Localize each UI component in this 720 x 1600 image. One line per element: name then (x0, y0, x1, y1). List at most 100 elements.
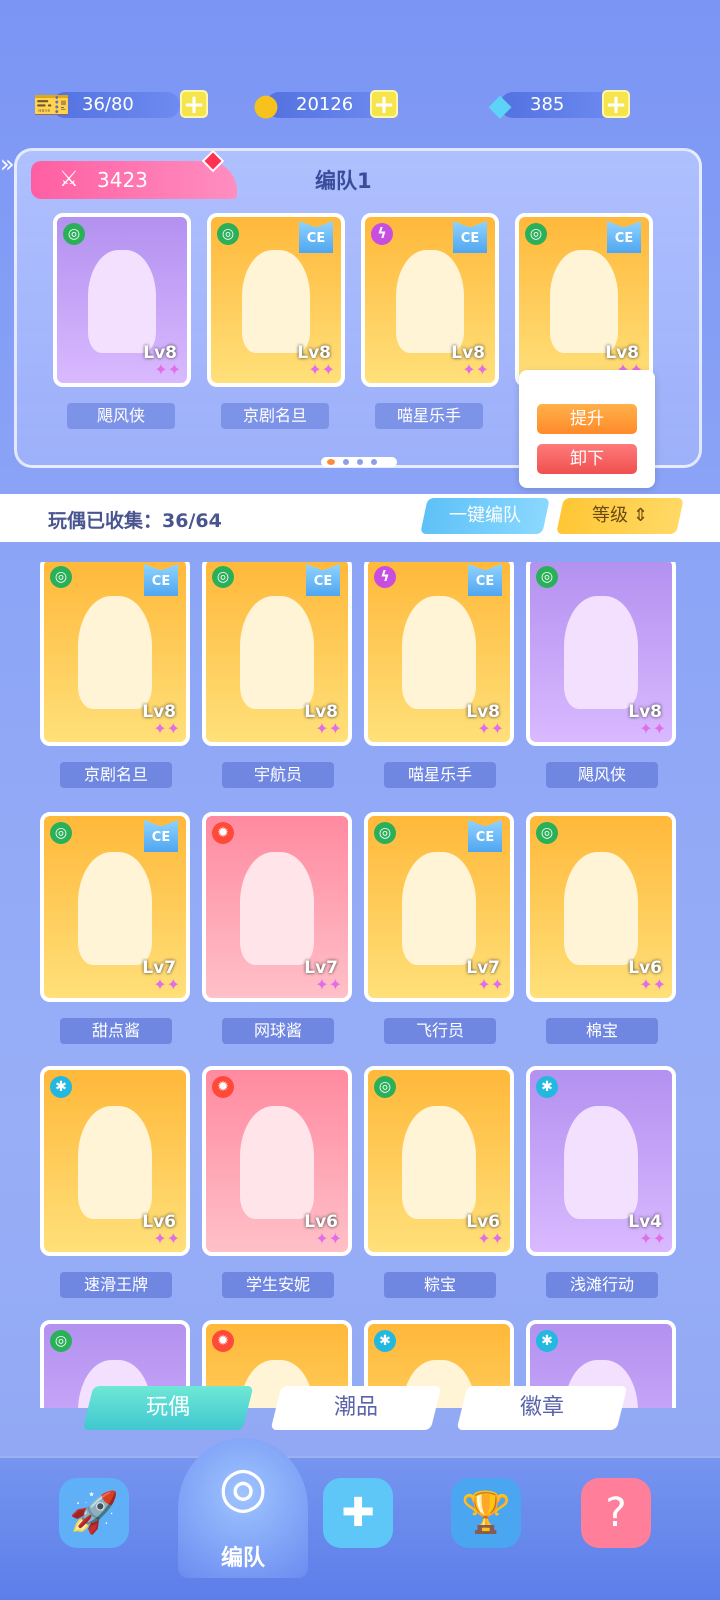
ce-crown-icon: CE (468, 564, 502, 596)
ce-crown-icon: CE (607, 221, 641, 253)
doll-card[interactable]: ✱ Lv6 ✦✦ 速滑王牌 (40, 1066, 190, 1298)
sparkle-icon: ✦✦ (153, 719, 180, 738)
ce-crown-icon: CE (144, 564, 178, 596)
nav-mystery[interactable]: ? (576, 1478, 656, 1568)
sparkle-icon: ✦✦ (639, 1229, 666, 1248)
ce-crown-icon: CE (468, 820, 502, 852)
character-portrait (88, 250, 156, 354)
upgrade-button[interactable]: 提升 (537, 404, 637, 434)
fire-element-icon: ✹ (212, 1330, 234, 1352)
doll-card[interactable]: ◎ Lv6 ✦✦ 棉宝 (526, 812, 676, 1044)
team-title: 编队1 (315, 169, 372, 193)
card-frame: ◎CELv8✦✦ (202, 562, 352, 746)
nav-puzzle[interactable]: ✚ (318, 1478, 398, 1568)
page-dot[interactable] (371, 459, 377, 465)
spiral-element-icon: ◎ (374, 1076, 396, 1098)
page-dot-active[interactable] (327, 459, 335, 465)
doll-card[interactable]: ✹ Lv7 ✦✦ 网球酱 (202, 812, 352, 1044)
doll-card[interactable]: ◎ CE Lv7 ✦✦ 甜点酱 (40, 812, 190, 1044)
spiral-element-icon: ◎ (50, 1330, 72, 1352)
fire-element-icon: ✹ (212, 1076, 234, 1098)
trophy-icon: 🏆 (451, 1478, 521, 1548)
spiral-element-icon: ◎ (212, 566, 234, 588)
bolt-element-icon: ϟ (374, 566, 396, 588)
tab-dolls[interactable]: 玩偶 (82, 1386, 254, 1430)
crossed-swords-icon: ⚔ (59, 167, 79, 192)
doll-card[interactable]: ◎ CE Lv8 ✦✦ 京剧名旦 (40, 562, 190, 788)
sparkle-icon: ✦✦ (308, 360, 335, 379)
character-portrait (564, 852, 638, 966)
ticket-icon: 🎫 (33, 87, 71, 123)
sort-arrows-icon: ⇕ (633, 505, 649, 526)
nav-rocket[interactable]: 🚀 (54, 1478, 134, 1568)
card-frame: ϟ CE Lv8 ✦✦ (364, 562, 514, 746)
character-name: 京剧名旦 (221, 403, 329, 429)
page-dot[interactable] (343, 459, 349, 465)
category-tabs: 玩偶 潮品 徽章 (0, 1386, 720, 1436)
nav-trophy[interactable]: 🏆 (446, 1478, 526, 1568)
mystery-machine-icon: ? (581, 1478, 651, 1548)
team-member-card[interactable]: ◎CELv8✦✦ (515, 213, 653, 387)
card-frame: ϟ CE Lv8 ✦✦ (361, 213, 499, 387)
team-member-card[interactable]: ◎ Lv8 ✦✦ 飓风侠 (53, 213, 191, 429)
snow-element-icon: ✱ (374, 1330, 396, 1352)
character-name: 粽宝 (384, 1272, 496, 1298)
card-frame: ◎ CE Lv7 ✦✦ (364, 812, 514, 1002)
add-coin-button[interactable]: + (370, 90, 398, 119)
doll-card[interactable]: ✹ Lv6 ✦✦ 学生安妮 (202, 1066, 352, 1298)
doll-card[interactable]: ◎ CE Lv8 ✦✦ 宇航员 (202, 562, 352, 788)
remove-button[interactable]: 卸下 (537, 444, 637, 474)
sparkle-icon: ✦✦ (462, 360, 489, 379)
nav-team-label: 编队 (220, 1546, 265, 1571)
one-click-team-button[interactable]: 一键编队 (420, 498, 550, 534)
character-name: 喵星乐手 (375, 403, 483, 429)
spiral-element-icon: ◎ (50, 822, 72, 844)
character-portrait (550, 250, 618, 354)
character-portrait (564, 596, 638, 710)
member-action-popup: 提升 卸下 (519, 370, 655, 488)
page-dot[interactable] (357, 459, 363, 465)
character-name: 学生安妮 (222, 1272, 334, 1298)
add-gem-button[interactable]: + (602, 90, 630, 119)
character-portrait (564, 1106, 638, 1220)
character-portrait (78, 1106, 152, 1220)
sparkle-icon: ✦✦ (153, 1229, 180, 1248)
sparkle-icon: ✦✦ (477, 975, 504, 994)
rocket-icon: 🚀 (59, 1478, 129, 1548)
sparkle-icon: ✦✦ (315, 719, 342, 738)
tab-trend-items[interactable]: 潮品 (270, 1386, 442, 1430)
spiral-element-icon: ◎ (536, 566, 558, 588)
whistle-icon: ◎ (218, 1455, 268, 1520)
team-power-value: 3423 (97, 168, 148, 192)
add-ticket-button[interactable]: + (180, 90, 208, 119)
card-frame: ◎ Lv8 ✦✦ (53, 213, 191, 387)
collection-label: 玩偶已收集： (48, 510, 163, 532)
card-frame: ◎CELv8✦✦ (515, 213, 653, 387)
character-portrait (78, 596, 152, 710)
doll-card[interactable]: ✱ Lv4 ✦✦ 浅滩行动 (526, 1066, 676, 1298)
character-name: 宇航员 (222, 762, 334, 788)
doll-card[interactable]: ◎ CE Lv7 ✦✦ 飞行员 (364, 812, 514, 1044)
snow-element-icon: ✱ (536, 1076, 558, 1098)
sort-by-level-button[interactable]: 等级 ⇕ (556, 498, 684, 534)
character-name: 飞行员 (384, 1018, 496, 1044)
team-member-card[interactable]: ◎ CE Lv8 ✦✦ 京剧名旦 (207, 213, 345, 429)
spiral-element-icon: ◎ (50, 566, 72, 588)
snow-element-icon: ✱ (536, 1330, 558, 1352)
team-member-card[interactable]: ϟ CE Lv8 ✦✦ 喵星乐手 (361, 213, 499, 429)
doll-card[interactable]: ◎ Lv6 ✦✦ 粽宝 (364, 1066, 514, 1298)
sparkle-icon: ✦✦ (477, 719, 504, 738)
sparkle-icon: ✦✦ (639, 719, 666, 738)
card-frame: ✱ Lv4 ✦✦ (526, 1066, 676, 1256)
character-portrait (240, 596, 314, 710)
collection-bar: 玩偶已收集：36/64 一键编队 等级 ⇕ (0, 494, 720, 542)
character-portrait (240, 1106, 314, 1220)
tab-badges[interactable]: 徽章 (456, 1386, 628, 1430)
ce-crown-icon: CE (453, 221, 487, 253)
card-frame: ◎ Lv8 ✦✦ (526, 562, 676, 746)
doll-card[interactable]: ϟ CE Lv8 ✦✦ 喵星乐手 (364, 562, 514, 788)
nav-team[interactable]: ◎ 编队 (178, 1438, 308, 1578)
doll-card[interactable]: ◎ Lv8 ✦✦ 飓风侠 (526, 562, 676, 788)
doll-collection-grid: ◎ CE Lv8 ✦✦ 京剧名旦 ◎ CE Lv8 ✦✦ 宇航员 ϟ CE Lv8 ✦✦ 喵星乐手 ◎ Lv8 ✦… (0, 562, 720, 1408)
team-power-badge: ⚔ 3423 (31, 161, 237, 199)
